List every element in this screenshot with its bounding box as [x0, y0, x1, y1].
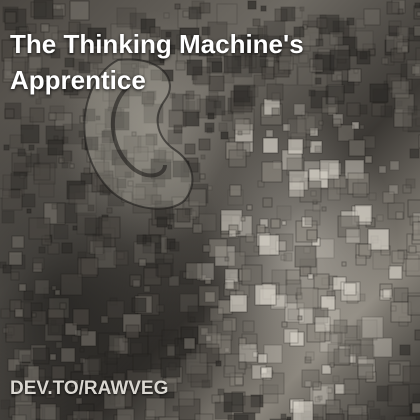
cover-card: The Thinking Machine's Apprentice DEV.TO…	[0, 0, 420, 420]
page-title: The Thinking Machine's Apprentice	[10, 29, 304, 95]
source-url: DEV.TO/RAWVEG	[10, 378, 169, 399]
